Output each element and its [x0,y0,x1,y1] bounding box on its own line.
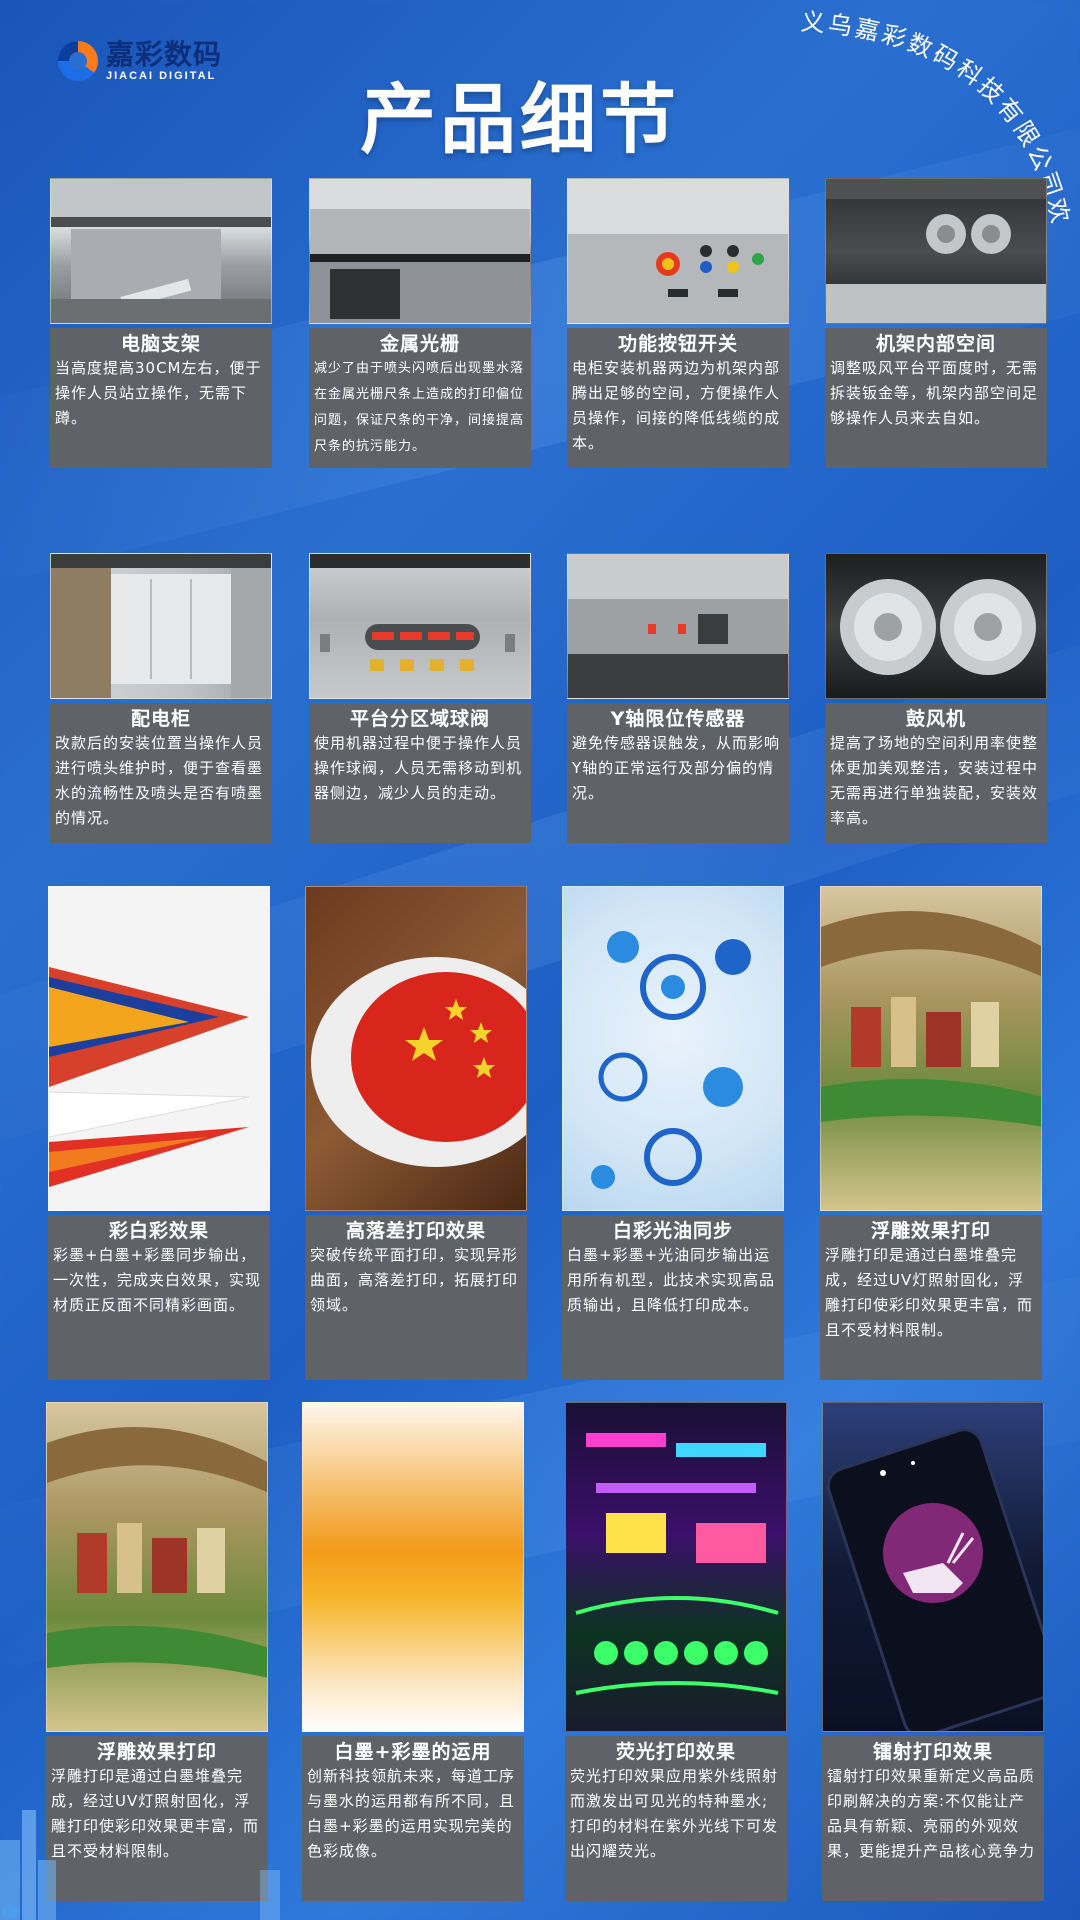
card-description: 使用机器过程中便于操作人员操作球阀，人员无需移动到机器侧边，减少人员的走动。 [314,734,523,802]
relief-print-sample [820,886,1042,1211]
y-axis-sensor-photo [567,553,789,699]
frame-interior-photo [825,178,1047,324]
detail-card: 配电柜 改款后的安装位置当操作人员进行喷头维护时，便于查看墨水的流畅性及喷头是否… [50,553,272,843]
effect-card: 彩白彩效果 彩墨+白墨+彩墨同步输出，一次性，完成夹白效果，实现材质正反面不同精… [48,886,270,1380]
effect-card: 荧光打印效果 荧光打印效果应用紫外线照射而激发出可见光的特种墨水;打印的材料在紫… [565,1402,787,1901]
card-title: 配电柜 [130,708,191,730]
card-description: 提高了场地的空间利用率使整体更加美观整洁，安装过程中无需再进行单独装配，安装效率… [830,734,1039,827]
power-cabinet-photo [50,553,272,699]
card-title: 镭射打印效果 [872,1741,993,1763]
card-title: 电脑支架 [120,333,201,355]
card-description: 调整吸风平台平面度时，无需拆装钣金等，机架内部空间足够操作人员来去自如。 [830,359,1039,427]
effect-card: 高落差打印效果 突破传统平面打印，实现异形曲面，高落差打印，拓展打印领域。 [305,886,527,1380]
fluorescent-print-sample [565,1402,787,1732]
detail-card: 功能按钮开关 电柜安装机器两边为机架内部腾出足够的空间，方便操作人员操作，间接的… [567,178,789,468]
card-description: 彩墨+白墨+彩墨同步输出，一次性，完成夹白效果，实现材质正反面不同精彩画面。 [53,1246,262,1314]
card-title: 高落差打印效果 [345,1220,486,1242]
computer-stand-photo [50,178,272,324]
card-title: 机架内部空间 [875,333,996,355]
detail-card: Y轴限位传感器 避免传感器误触发，从而影响Y轴的正常运行及部分偏的情况。 [567,553,789,843]
card-title: 彩白彩效果 [108,1220,209,1242]
detail-card: 机架内部空间 调整吸风平台平面度时，无需拆装钣金等，机架内部空间足够操作人员来去… [825,178,1047,468]
detail-card: 金属光栅 减少了由于喷头闪喷后出现墨水落在金属光栅尺条上造成的打印偏位问题，保证… [309,178,531,468]
ball-valve-photo [309,553,531,699]
high-drop-print-sample [305,886,527,1211]
card-description: 当高度提高30CM左右，便于操作人员站立操作，无需下蹲。 [55,359,262,427]
card-title: 平台分区域球阀 [349,708,490,730]
card-description: 浮雕打印是通过白墨堆叠完成，经过UV灯照射固化，浮雕打印使彩印效果更丰富，而且不… [825,1246,1034,1339]
detail-card: 平台分区域球阀 使用机器过程中便于操作人员操作球阀，人员无需移动到机器侧边，减少… [309,553,531,843]
detail-card: 鼓风机 提高了场地的空间利用率使整体更加美观整洁，安装过程中无需再进行单独装配，… [825,553,1047,843]
card-description: 电柜安装机器两边为机架内部腾出足够的空间，方便操作人员操作，间接的降低线缆的成本… [572,359,781,452]
color-white-color-sample [48,886,270,1211]
card-description: 荧光打印效果应用紫外线照射而激发出可见光的特种墨水;打印的材料在紫外光线下可发出… [570,1767,779,1860]
card-title: 白彩光油同步 [612,1220,733,1242]
city-skyline-decoration [0,1810,280,1920]
card-title: Y轴限位传感器 [610,708,746,730]
effect-card: 浮雕效果打印 浮雕打印是通过白墨堆叠完成，经过UV灯照射固化，浮雕打印使彩印效果… [820,886,1042,1380]
detail-card: 电脑支架 当高度提高30CM左右，便于操作人员站立操作，无需下蹲。 [50,178,272,468]
white-color-ink-sample [302,1402,524,1732]
effect-card: 镭射打印效果 镭射打印效果重新定义高品质印刷解决的方案:不仅能让产品具有新颖、亮… [822,1402,1044,1901]
card-title: 荧光打印效果 [615,1741,736,1763]
relief-print-sample [46,1402,268,1732]
card-description: 镭射打印效果重新定义高品质印刷解决的方案:不仅能让产品具有新颖、亮丽的外观效果，… [827,1767,1036,1860]
card-title: 功能按钮开关 [617,333,738,355]
card-description: 创新科技领航未来，每道工序与墨水的运用都有所不同，且白墨+彩墨的运用实现完美的色… [307,1767,516,1860]
card-title: 鼓风机 [905,708,966,730]
card-description: 避免传感器误触发，从而影响Y轴的正常运行及部分偏的情况。 [572,734,781,802]
effect-card: 白墨+彩墨的运用 创新科技领航未来，每道工序与墨水的运用都有所不同，且白墨+彩墨… [302,1402,524,1901]
card-description: 白墨+彩墨+光油同步输出运用所有机型，此技术实现高品质输出，且降低打印成本。 [567,1246,776,1314]
card-title: 白墨+彩墨的运用 [334,1741,492,1763]
card-description: 改款后的安装位置当操作人员进行喷头维护时，便于查看墨水的流畅性及喷头是否有喷墨的… [55,734,264,827]
card-title: 浮雕效果打印 [870,1220,991,1242]
card-description: 突破传统平面打印，实现异形曲面，高落差打印，拓展打印领域。 [310,1246,519,1314]
function-buttons-photo [567,178,789,324]
laser-print-phone-sample [822,1402,1044,1732]
card-description: 减少了由于喷头闪喷后出现墨水落在金属光栅尺条上造成的打印偏位问题，保证尺条的干净… [314,361,525,454]
card-title: 金属光栅 [379,333,460,355]
white-color-varnish-sample [562,886,784,1211]
effect-card: 白彩光油同步 白墨+彩墨+光油同步输出运用所有机型，此技术实现高品质输出，且降低… [562,886,784,1380]
blower-photo [825,553,1047,699]
metal-grating-photo [309,178,531,324]
